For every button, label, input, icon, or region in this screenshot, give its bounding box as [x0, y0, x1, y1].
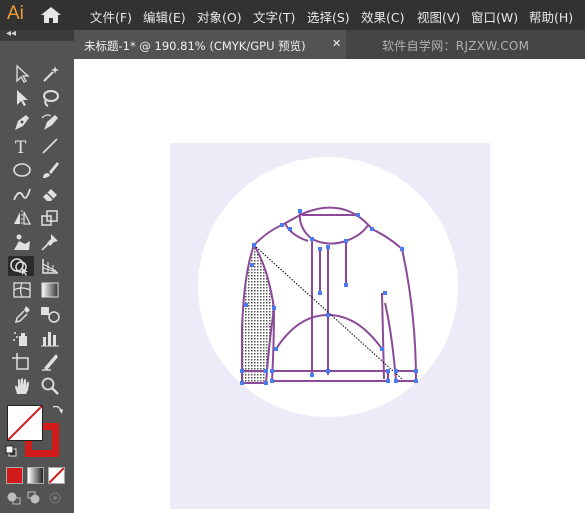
app-logo: Ai [7, 3, 24, 24]
curvature-tool-icon[interactable] [39, 112, 61, 132]
artboard-artwork[interactable] [170, 143, 490, 509]
blend-tool-icon[interactable] [39, 304, 61, 324]
menu-effect[interactable]: 效果(C) [361, 7, 404, 26]
column-graph-tool-icon[interactable] [39, 328, 61, 348]
document-tab[interactable]: 未标题-1* @ 190.81% (CMYK/GPU 预览) ✕ [74, 30, 346, 59]
symbol-sprayer-tool-icon[interactable] [11, 328, 33, 348]
pen-tool-icon[interactable] [11, 112, 33, 132]
watermark-text: 软件自学网：RJZXW.COM [382, 39, 530, 53]
svg-text:T: T [15, 138, 27, 156]
eyedropper-tool-icon[interactable] [11, 304, 33, 324]
menu-window[interactable]: 窗口(W) [471, 7, 518, 26]
shape-builder-tool-icon[interactable] [8, 256, 34, 276]
tab-strip: 未标题-1* @ 190.81% (CMYK/GPU 预览) ✕ 软件自学网：R… [74, 30, 585, 59]
fill-none-swatch[interactable] [7, 405, 43, 441]
menu-help[interactable]: 帮助(H) [529, 7, 573, 26]
reflect-tool-icon[interactable] [11, 208, 33, 228]
scale-tool-icon[interactable] [39, 208, 61, 228]
pin-tool-icon[interactable] [39, 232, 61, 252]
menu-type[interactable]: 文字(T) [253, 7, 295, 26]
color-mode-button[interactable] [6, 467, 23, 484]
mesh-tool-icon[interactable] [11, 280, 33, 300]
shaper-tool-icon[interactable] [11, 184, 33, 204]
direct-selection-tool-icon[interactable] [11, 88, 33, 108]
swap-fill-stroke-icon[interactable] [51, 403, 65, 420]
document-tab-title: 未标题-1* @ 190.81% (CMYK/GPU 预览) [84, 39, 306, 53]
none-mode-button[interactable] [48, 467, 65, 484]
puppet-warp-tool-icon[interactable] [11, 232, 33, 252]
type-tool-icon[interactable]: T [11, 136, 33, 156]
tools-panel: ◂◂ T [0, 28, 74, 513]
menu-view[interactable]: 视图(V) [417, 7, 460, 26]
zoom-tool-icon[interactable] [39, 376, 61, 396]
gradient-tool-icon[interactable] [39, 280, 61, 300]
fill-stroke-widget [5, 403, 69, 459]
menu-object[interactable]: 对象(O) [197, 7, 242, 26]
magic-wand-tool-icon[interactable] [39, 64, 61, 84]
eraser-tool-icon[interactable] [39, 184, 61, 204]
draw-normal-icon[interactable] [6, 491, 21, 505]
home-icon[interactable] [40, 6, 62, 24]
menu-bar: Ai 文件(F) 编辑(E) 对象(O) 文字(T) 选择(S) 效果(C) 视… [0, 0, 585, 30]
canvas-area[interactable] [74, 59, 585, 513]
line-segment-tool-icon[interactable] [39, 136, 61, 156]
hand-tool-icon[interactable] [11, 376, 33, 396]
menu-edit[interactable]: 编辑(E) [143, 7, 186, 26]
draw-inside-icon[interactable] [48, 491, 63, 505]
menu-select[interactable]: 选择(S) [307, 7, 350, 26]
paintbrush-tool-icon[interactable] [39, 160, 61, 180]
menu-file[interactable]: 文件(F) [90, 7, 132, 26]
ellipse-tool-icon[interactable] [11, 160, 33, 180]
draw-behind-icon[interactable] [27, 491, 42, 505]
close-icon[interactable]: ✕ [332, 37, 341, 50]
slice-tool-icon[interactable] [39, 352, 61, 372]
artboard-tool-icon[interactable] [11, 352, 33, 372]
lasso-tool-icon[interactable] [39, 88, 61, 108]
gradient-mode-button[interactable] [27, 467, 44, 484]
collapse-icon[interactable]: ◂◂ [6, 28, 16, 39]
selection-tool-icon[interactable] [11, 64, 33, 84]
perspective-grid-tool-icon[interactable] [39, 256, 61, 276]
toolbar-header: ◂◂ [0, 28, 74, 41]
default-fill-stroke-icon[interactable] [5, 445, 17, 460]
